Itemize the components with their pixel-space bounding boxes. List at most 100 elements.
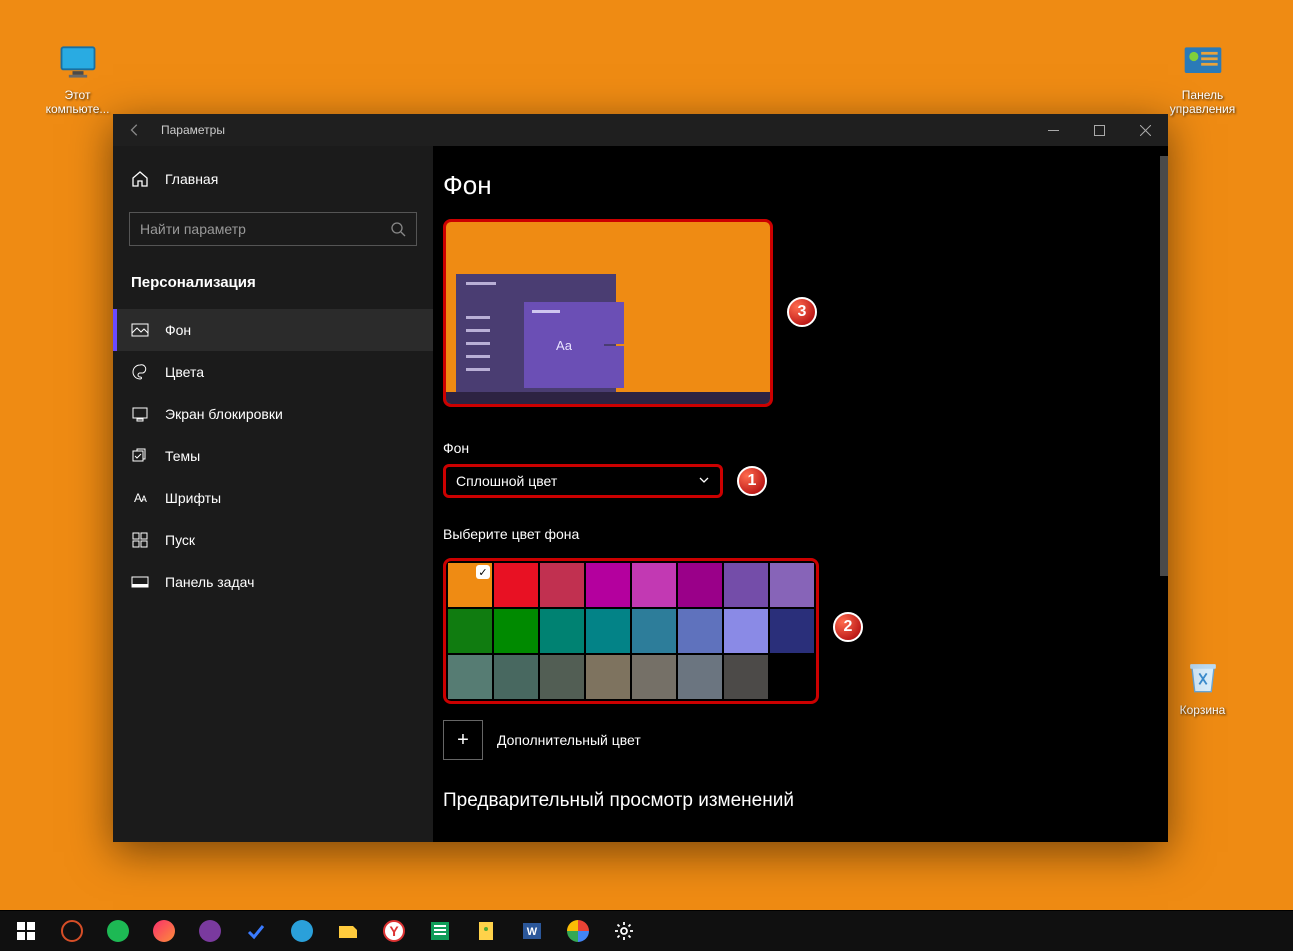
background-preview: Aa xyxy=(443,219,773,407)
color-palette: ✓ xyxy=(443,558,819,704)
taskbar-app[interactable] xyxy=(326,911,370,951)
minimize-button[interactable] xyxy=(1030,114,1076,146)
desktop-icon-this-pc[interactable]: Этот компьюте... xyxy=(35,40,120,116)
color-swatch[interactable] xyxy=(586,655,630,699)
home-icon xyxy=(131,170,149,188)
sidebar-item-fonts[interactable]: Aᴀ Шрифты xyxy=(113,477,433,519)
picture-icon xyxy=(131,321,149,339)
taskbar: Y W xyxy=(0,910,1293,951)
nav-label: Экран блокировки xyxy=(165,406,283,422)
taskbar-app[interactable] xyxy=(188,911,232,951)
desktop-icon-label: Этот компьюте... xyxy=(35,88,120,116)
desktop-icon-recycle-bin[interactable]: Корзина xyxy=(1160,655,1245,717)
nav-label: Панель задач xyxy=(165,574,254,590)
color-swatch[interactable] xyxy=(586,563,630,607)
settings-window: Параметры Главная Найти параметр Персона… xyxy=(113,114,1168,842)
taskbar-settings[interactable] xyxy=(602,911,646,951)
color-swatch[interactable] xyxy=(724,563,768,607)
plus-icon: + xyxy=(443,720,483,760)
page-title: Фон xyxy=(443,170,1144,201)
svg-text:W: W xyxy=(527,926,538,938)
close-button[interactable] xyxy=(1122,114,1168,146)
callout-2: 2 xyxy=(833,612,863,642)
home-label: Главная xyxy=(165,171,218,187)
color-swatch[interactable] xyxy=(632,563,676,607)
desktop-icon-label: Корзина xyxy=(1180,703,1226,717)
content-area: Фон Aa 3 Фон Сплошной цвет xyxy=(433,146,1168,842)
monitor-icon xyxy=(56,40,100,84)
maximize-button[interactable] xyxy=(1076,114,1122,146)
sidebar-item-background[interactable]: Фон xyxy=(113,309,433,351)
color-swatch[interactable] xyxy=(494,563,538,607)
check-icon: ✓ xyxy=(476,565,490,579)
back-button[interactable] xyxy=(113,114,157,146)
search-input[interactable]: Найти параметр xyxy=(129,212,417,246)
choose-color-label: Выберите цвет фона xyxy=(443,526,1144,542)
sidebar-item-lockscreen[interactable]: Экран блокировки xyxy=(113,393,433,435)
preview-sample-text: Aa xyxy=(556,338,572,353)
sidebar: Главная Найти параметр Персонализация Фо… xyxy=(113,146,433,842)
palette-icon xyxy=(131,363,149,381)
taskbar-app[interactable] xyxy=(556,911,600,951)
background-dropdown[interactable]: Сплошной цвет xyxy=(443,464,723,498)
color-swatch[interactable] xyxy=(678,655,722,699)
control-panel-icon xyxy=(1181,40,1225,84)
sidebar-item-colors[interactable]: Цвета xyxy=(113,351,433,393)
color-swatch[interactable] xyxy=(724,609,768,653)
taskbar-icon xyxy=(131,573,149,591)
dropdown-value: Сплошной цвет xyxy=(456,473,557,489)
window-title: Параметры xyxy=(157,123,225,137)
color-swatch[interactable] xyxy=(770,655,814,699)
color-swatch[interactable] xyxy=(448,609,492,653)
color-swatch[interactable] xyxy=(770,609,814,653)
taskbar-app[interactable]: Y xyxy=(372,911,416,951)
nav-label: Шрифты xyxy=(165,490,221,506)
taskbar-app[interactable] xyxy=(418,911,462,951)
taskbar-app[interactable] xyxy=(96,911,140,951)
color-swatch[interactable] xyxy=(632,609,676,653)
search-placeholder: Найти параметр xyxy=(140,221,246,237)
custom-color-button[interactable]: + Дополнительный цвет xyxy=(443,720,1144,760)
taskbar-app[interactable] xyxy=(50,911,94,951)
color-swatch[interactable] xyxy=(724,655,768,699)
lockscreen-icon xyxy=(131,405,149,423)
color-swatch[interactable] xyxy=(770,563,814,607)
background-label: Фон xyxy=(443,440,1144,456)
sidebar-item-taskbar[interactable]: Панель задач xyxy=(113,561,433,603)
sidebar-item-themes[interactable]: Темы xyxy=(113,435,433,477)
themes-icon xyxy=(131,447,149,465)
color-swatch[interactable] xyxy=(540,609,584,653)
taskbar-app[interactable] xyxy=(464,911,508,951)
color-swatch[interactable] xyxy=(678,609,722,653)
recycle-bin-icon xyxy=(1181,655,1225,699)
color-swatch[interactable] xyxy=(678,563,722,607)
desktop-icon-control-panel[interactable]: Панель управления xyxy=(1160,40,1245,116)
color-swatch[interactable] xyxy=(586,609,630,653)
fonts-icon: Aᴀ xyxy=(131,489,149,507)
start-icon xyxy=(131,531,149,549)
taskbar-app[interactable] xyxy=(234,911,278,951)
taskbar-app[interactable] xyxy=(280,911,324,951)
nav-label: Пуск xyxy=(165,532,195,548)
color-swatch[interactable] xyxy=(540,655,584,699)
color-swatch[interactable] xyxy=(494,609,538,653)
titlebar[interactable]: Параметры xyxy=(113,114,1168,146)
nav-label: Цвета xyxy=(165,364,204,380)
nav-label: Фон xyxy=(165,322,191,338)
color-swatch[interactable] xyxy=(540,563,584,607)
color-swatch[interactable] xyxy=(494,655,538,699)
taskbar-app[interactable]: W xyxy=(510,911,554,951)
callout-3: 3 xyxy=(787,297,817,327)
start-button[interactable] xyxy=(4,911,48,951)
subheading: Предварительный просмотр изменений xyxy=(443,790,1144,812)
color-swatch[interactable] xyxy=(632,655,676,699)
custom-color-label: Дополнительный цвет xyxy=(497,732,641,748)
taskbar-app[interactable] xyxy=(142,911,186,951)
color-swatch[interactable]: ✓ xyxy=(448,563,492,607)
sidebar-item-start[interactable]: Пуск xyxy=(113,519,433,561)
scrollbar[interactable] xyxy=(1160,146,1168,842)
chevron-down-icon xyxy=(698,473,710,489)
color-swatch[interactable] xyxy=(448,655,492,699)
search-icon xyxy=(390,221,406,237)
home-link[interactable]: Главная xyxy=(113,158,433,200)
